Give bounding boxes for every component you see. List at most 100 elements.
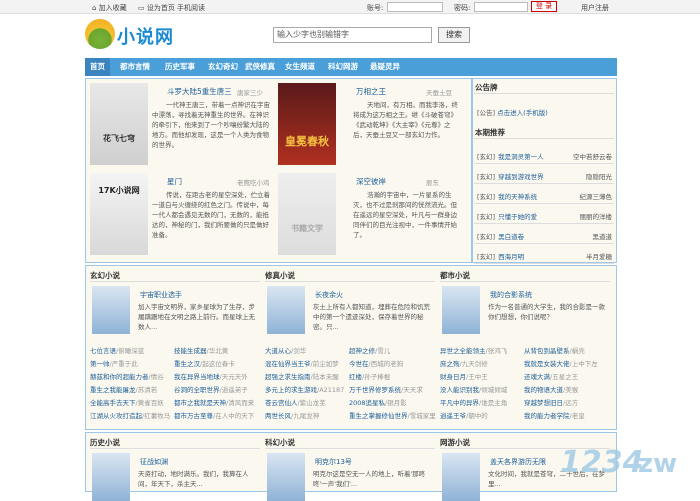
section-top-title[interactable]: 征战如渊 bbox=[140, 457, 168, 467]
book-link[interactable]: 第一帅 bbox=[90, 360, 110, 368]
rec-name[interactable]: 我是洞灵第一人 bbox=[498, 153, 544, 161]
book-title[interactable]: 万相之王 bbox=[356, 86, 386, 97]
book-link[interactable]: 江湖从火攻打造起 bbox=[90, 412, 142, 420]
set-homepage-link[interactable]: ▭ 设为首页 bbox=[138, 3, 175, 13]
login-button[interactable]: 登 录 bbox=[531, 1, 557, 12]
book-link[interactable]: 超神之修/雪儿 bbox=[349, 345, 390, 355]
book-link[interactable]: 混在仙界当王爷 bbox=[265, 360, 311, 368]
book-title[interactable]: 斗罗大陆5重生唐三 bbox=[167, 86, 232, 97]
book-link[interactable]: 都市之我就是天神/清风而来 bbox=[174, 397, 254, 407]
divider bbox=[474, 223, 614, 224]
nav-item[interactable]: 玄幻奇幻 bbox=[203, 58, 243, 76]
book-link[interactable]: 异世之全能领主 bbox=[440, 347, 486, 355]
section-top-cover[interactable] bbox=[267, 286, 305, 334]
nav-item[interactable]: 首页 bbox=[85, 58, 110, 76]
rec-name[interactable]: 我的天神系统 bbox=[498, 193, 537, 201]
book-link[interactable]: 我就是女装大佬/上中下左 bbox=[524, 358, 598, 368]
book-list-row: 赫兹和你的超能力者/情谷 我在异界当地球/天元天外 bbox=[90, 371, 262, 381]
mobile-link[interactable]: 手机阅读 bbox=[177, 3, 205, 13]
book-link[interactable]: 赫兹和你的超能力者 bbox=[90, 373, 149, 381]
section-top-cover[interactable] bbox=[92, 286, 130, 334]
book-link[interactable]: 今世在/西城的老狗 bbox=[349, 358, 403, 368]
book-title[interactable]: 深空彼岸 bbox=[356, 176, 386, 187]
nav-item[interactable]: 科幻网游 bbox=[323, 58, 363, 76]
book-link[interactable]: 我的能力者学院/老皇 bbox=[524, 410, 585, 420]
book-link[interactable]: 重生之掌握修仙世界/雪城家里 bbox=[349, 410, 436, 420]
divider bbox=[440, 281, 610, 282]
notice-item[interactable]: [公告] 点击进入(手机版) bbox=[477, 107, 612, 117]
section-top-cover[interactable] bbox=[442, 286, 480, 334]
search-input[interactable]: 输入少字也别输错字 bbox=[273, 27, 432, 43]
add-favorite-link[interactable]: ⌂ 加入收藏 bbox=[92, 3, 127, 13]
book-link[interactable]: 我的物语大道/美猴 bbox=[524, 384, 578, 394]
book-link[interactable]: 逍遥王爷 bbox=[440, 412, 466, 420]
book-link[interactable]: 庶之殇 bbox=[440, 360, 460, 368]
book-cover[interactable]: 皇冕春秋 bbox=[278, 83, 336, 165]
section-top-desc: 灰土上所有人都知道，埋葬在危险和饥荒中的第一个遗迹深处，保存着世界的秘密。只..… bbox=[313, 303, 430, 331]
nav-item[interactable]: 历史军事 bbox=[160, 58, 200, 76]
book-list-row: 异世之全能领主/张鸿飞 从背包到晶壁系/蜗壳 bbox=[440, 345, 612, 355]
section-top-cover[interactable] bbox=[267, 453, 305, 501]
book-link[interactable]: 2008追星私/银月影 bbox=[349, 397, 407, 407]
site-logo[interactable]: 小说网 bbox=[85, 19, 185, 49]
divider bbox=[474, 93, 614, 94]
section-top-title[interactable]: 我的合影系统 bbox=[490, 290, 532, 300]
book-list-row: 第一帅/严重于此 重生之汉/起这位春卡 bbox=[90, 358, 262, 368]
book-link[interactable]: 七位言语 bbox=[90, 347, 116, 355]
book-title[interactable]: 星门 bbox=[167, 176, 182, 187]
book-link[interactable]: 多元上的求生游戏 bbox=[265, 386, 317, 394]
book-link[interactable]: 重生之我能屠龙 bbox=[90, 386, 136, 394]
book-author: /蜗壳 bbox=[569, 347, 585, 355]
book-link[interactable]: 红楼/孙子棒棍 bbox=[349, 371, 390, 381]
section-top-title[interactable]: 明克尔13号 bbox=[315, 457, 352, 467]
section-top-cover[interactable] bbox=[92, 453, 130, 501]
section-top-title[interactable]: 长夜余火 bbox=[315, 290, 343, 300]
nav-item[interactable]: 武侠修真 bbox=[240, 58, 280, 76]
section-title: 玄幻小说 bbox=[90, 271, 120, 280]
nav-item[interactable]: 悬疑灵异 bbox=[365, 58, 405, 76]
account-input[interactable] bbox=[387, 2, 443, 12]
book-link[interactable]: 超强之求生指南 bbox=[265, 373, 311, 381]
book-link[interactable]: 平凡中的异界 bbox=[440, 399, 479, 407]
register-link[interactable]: 用户注册 bbox=[581, 3, 609, 13]
book-link[interactable]: 从背包到晶壁系/蜗壳 bbox=[524, 345, 585, 355]
rec-name[interactable]: 西海月明 bbox=[498, 253, 524, 261]
section-top-cover[interactable] bbox=[442, 453, 480, 501]
book-link[interactable]: 重生之汉/起这位春卡 bbox=[174, 358, 235, 368]
book-link[interactable]: 财身日月 bbox=[440, 373, 466, 381]
book-author: /王中王 bbox=[466, 373, 488, 381]
book-link[interactable]: 都市万古至尊/在人中的天下 bbox=[174, 410, 254, 420]
book-link[interactable]: 我在异界当地球/天元天外 bbox=[174, 371, 248, 381]
book-cover[interactable]: 花飞七穹 bbox=[90, 83, 148, 165]
book-link[interactable]: 技能生成器/华北黄 bbox=[174, 345, 228, 355]
book-link[interactable]: 还魂大满/五星之王 bbox=[524, 371, 578, 381]
rec-name[interactable]: 只懂于她的爱 bbox=[498, 213, 537, 221]
section-top-title[interactable]: 宇宙职业选手 bbox=[140, 290, 182, 300]
book-link[interactable]: 全能高手去天下 bbox=[90, 399, 136, 407]
rec-name[interactable]: 黑白道卷 bbox=[498, 233, 524, 241]
section-top-title[interactable]: 盖天各界游历无限 bbox=[490, 457, 546, 467]
recommend-item[interactable]: [玄幻] 穿越到游戏世界 隐隐阳光 bbox=[477, 171, 612, 181]
book-link[interactable]: 大道从心 bbox=[265, 347, 291, 355]
book-link[interactable]: 穿越梦想旧日/远方 bbox=[524, 397, 578, 407]
recommend-item[interactable]: [玄幻] 我是洞灵第一人 空中若舒云卷 bbox=[477, 151, 612, 161]
password-input[interactable] bbox=[474, 2, 528, 12]
book-cover[interactable]: 17K小说网 bbox=[90, 173, 148, 255]
book-desc: 一代神王唐三，带着一点神识在宇宙中漂荡，寻找着无神重生的世界。在神识的牵引下，他… bbox=[152, 101, 270, 149]
book-cover[interactable]: 书籍文学 bbox=[278, 173, 336, 255]
recommend-item[interactable]: [玄幻] 我的天神系统 纪源三薄色 bbox=[477, 191, 612, 201]
book-link[interactable]: 苍云宫仙人 bbox=[265, 399, 298, 407]
book-link[interactable]: 两世长风 bbox=[265, 412, 291, 420]
main-nav: 首页 都市言情 历史军事 玄幻奇幻 武侠修真 女生频道 科幻网游 悬疑灵异 bbox=[85, 58, 617, 76]
recommend-item[interactable]: [玄幻] 西海月明 半月爱糖 bbox=[477, 251, 612, 261]
search-button[interactable]: 搜索 bbox=[438, 27, 470, 43]
nav-item[interactable]: 都市言情 bbox=[115, 58, 155, 76]
book-list-row: 逍遥王爷/朝中的 我的能力者学院/老皇 bbox=[440, 410, 612, 420]
book-link[interactable]: 万千世界修罗系统/天天求 bbox=[349, 384, 423, 394]
book-link[interactable]: 谷洞的全职世界/逍遥弟子 bbox=[174, 384, 248, 394]
rec-name[interactable]: 穿越到游戏世界 bbox=[498, 173, 544, 181]
nav-item[interactable]: 女生频道 bbox=[280, 58, 320, 76]
book-link[interactable]: 没人能识别我 bbox=[440, 386, 479, 394]
recommend-item[interactable]: [玄幻] 只懂于她的爱 丽丽的洋楼 bbox=[477, 211, 612, 221]
recommend-item[interactable]: [玄幻] 黑白道卷 黑道道 bbox=[477, 231, 612, 241]
